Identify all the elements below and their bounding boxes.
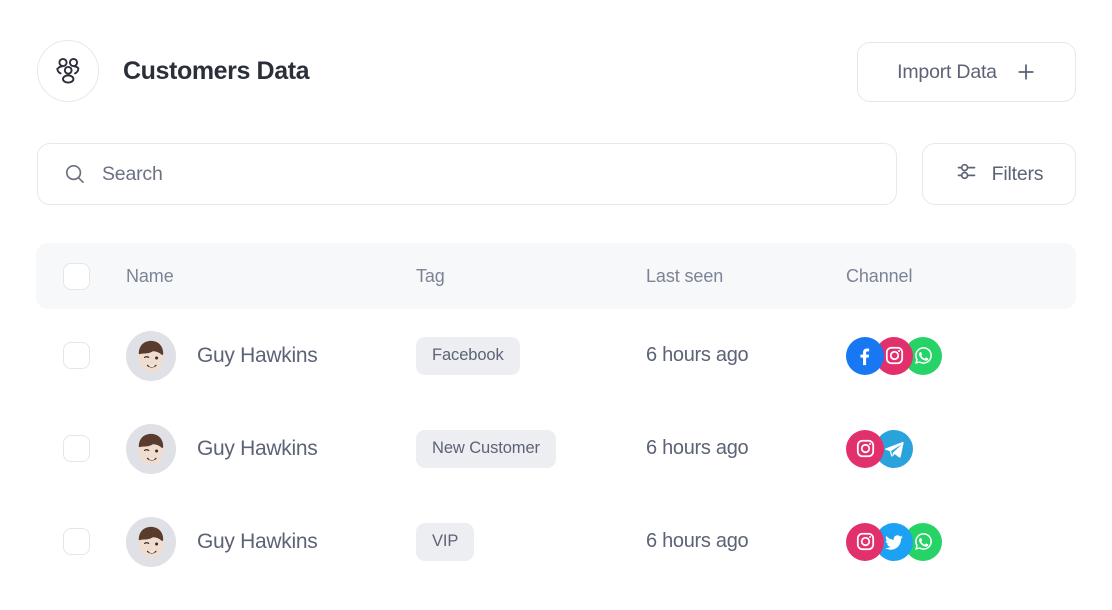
filters-button[interactable]: Filters — [922, 143, 1076, 205]
cell-tag: VIP — [416, 522, 646, 561]
customer-name: Guy Hawkins — [197, 436, 318, 460]
import-data-label: Import Data — [897, 60, 997, 83]
cell-name: Guy Hawkins — [126, 330, 416, 381]
table-row[interactable]: Guy Hawkins Facebook 6 hours ago — [36, 309, 1076, 402]
row-select-cell — [36, 342, 126, 369]
last-seen-text: 6 hours ago — [646, 437, 749, 459]
cell-tag: Facebook — [416, 336, 646, 375]
import-data-button[interactable]: Import Data — [857, 42, 1076, 102]
filters-label: Filters — [991, 162, 1044, 185]
row-select-cell — [36, 528, 126, 555]
table-row[interactable]: Guy Hawkins VIP 6 hours ago — [36, 495, 1076, 588]
avatar — [126, 330, 176, 381]
row-checkbox[interactable] — [63, 528, 90, 555]
facebook-icon[interactable] — [846, 336, 884, 375]
search-row: Filters — [0, 143, 1112, 207]
channel-icon-group — [846, 429, 1076, 468]
cell-channels — [846, 336, 1076, 375]
row-select-cell — [36, 435, 126, 462]
cell-tag: New Customer — [416, 429, 646, 468]
cell-channels — [846, 522, 1076, 561]
row-checkbox[interactable] — [63, 435, 90, 462]
avatar — [126, 423, 176, 474]
cell-last-seen: 6 hours ago — [646, 344, 846, 367]
title-group: Customers Data — [37, 40, 310, 102]
cell-last-seen: 6 hours ago — [646, 437, 846, 460]
tag-badge[interactable]: Facebook — [416, 336, 520, 375]
table-row[interactable]: Guy Hawkins New Customer 6 hours ago — [36, 402, 1076, 495]
last-seen-text: 6 hours ago — [646, 344, 749, 366]
users-group-icon — [37, 40, 99, 102]
cell-name: Guy Hawkins — [126, 423, 416, 474]
customer-name: Guy Hawkins — [197, 529, 318, 553]
instagram-icon[interactable] — [846, 429, 884, 468]
cell-name: Guy Hawkins — [126, 516, 416, 567]
column-header-channel[interactable]: Channel — [846, 266, 1076, 287]
filter-sliders-icon — [955, 160, 978, 188]
channel-icon-group — [846, 522, 1076, 561]
cell-last-seen: 6 hours ago — [646, 530, 846, 553]
column-header-tag[interactable]: Tag — [416, 266, 646, 287]
last-seen-text: 6 hours ago — [646, 530, 749, 552]
tag-badge[interactable]: New Customer — [416, 429, 556, 468]
search-input[interactable] — [102, 162, 896, 186]
row-checkbox[interactable] — [63, 342, 90, 369]
page-title: Customers Data — [123, 56, 310, 85]
page-header: Customers Data Import Data — [0, 0, 1112, 130]
customers-table: Name Tag Last seen Channel Guy Hawkins F… — [36, 243, 1076, 588]
select-all-checkbox[interactable] — [63, 262, 90, 290]
avatar — [126, 516, 176, 567]
channel-icon-group — [846, 336, 1076, 375]
select-all-cell — [36, 262, 126, 290]
column-header-name[interactable]: Name — [126, 266, 416, 287]
table-header-row: Name Tag Last seen Channel — [36, 243, 1076, 309]
instagram-icon[interactable] — [846, 522, 884, 561]
column-header-last-seen[interactable]: Last seen — [646, 266, 846, 287]
customer-name: Guy Hawkins — [197, 343, 318, 367]
search-box[interactable] — [37, 143, 897, 205]
search-icon — [64, 163, 86, 185]
plus-icon — [1016, 62, 1036, 82]
cell-channels — [846, 429, 1076, 468]
tag-badge[interactable]: VIP — [416, 522, 475, 561]
